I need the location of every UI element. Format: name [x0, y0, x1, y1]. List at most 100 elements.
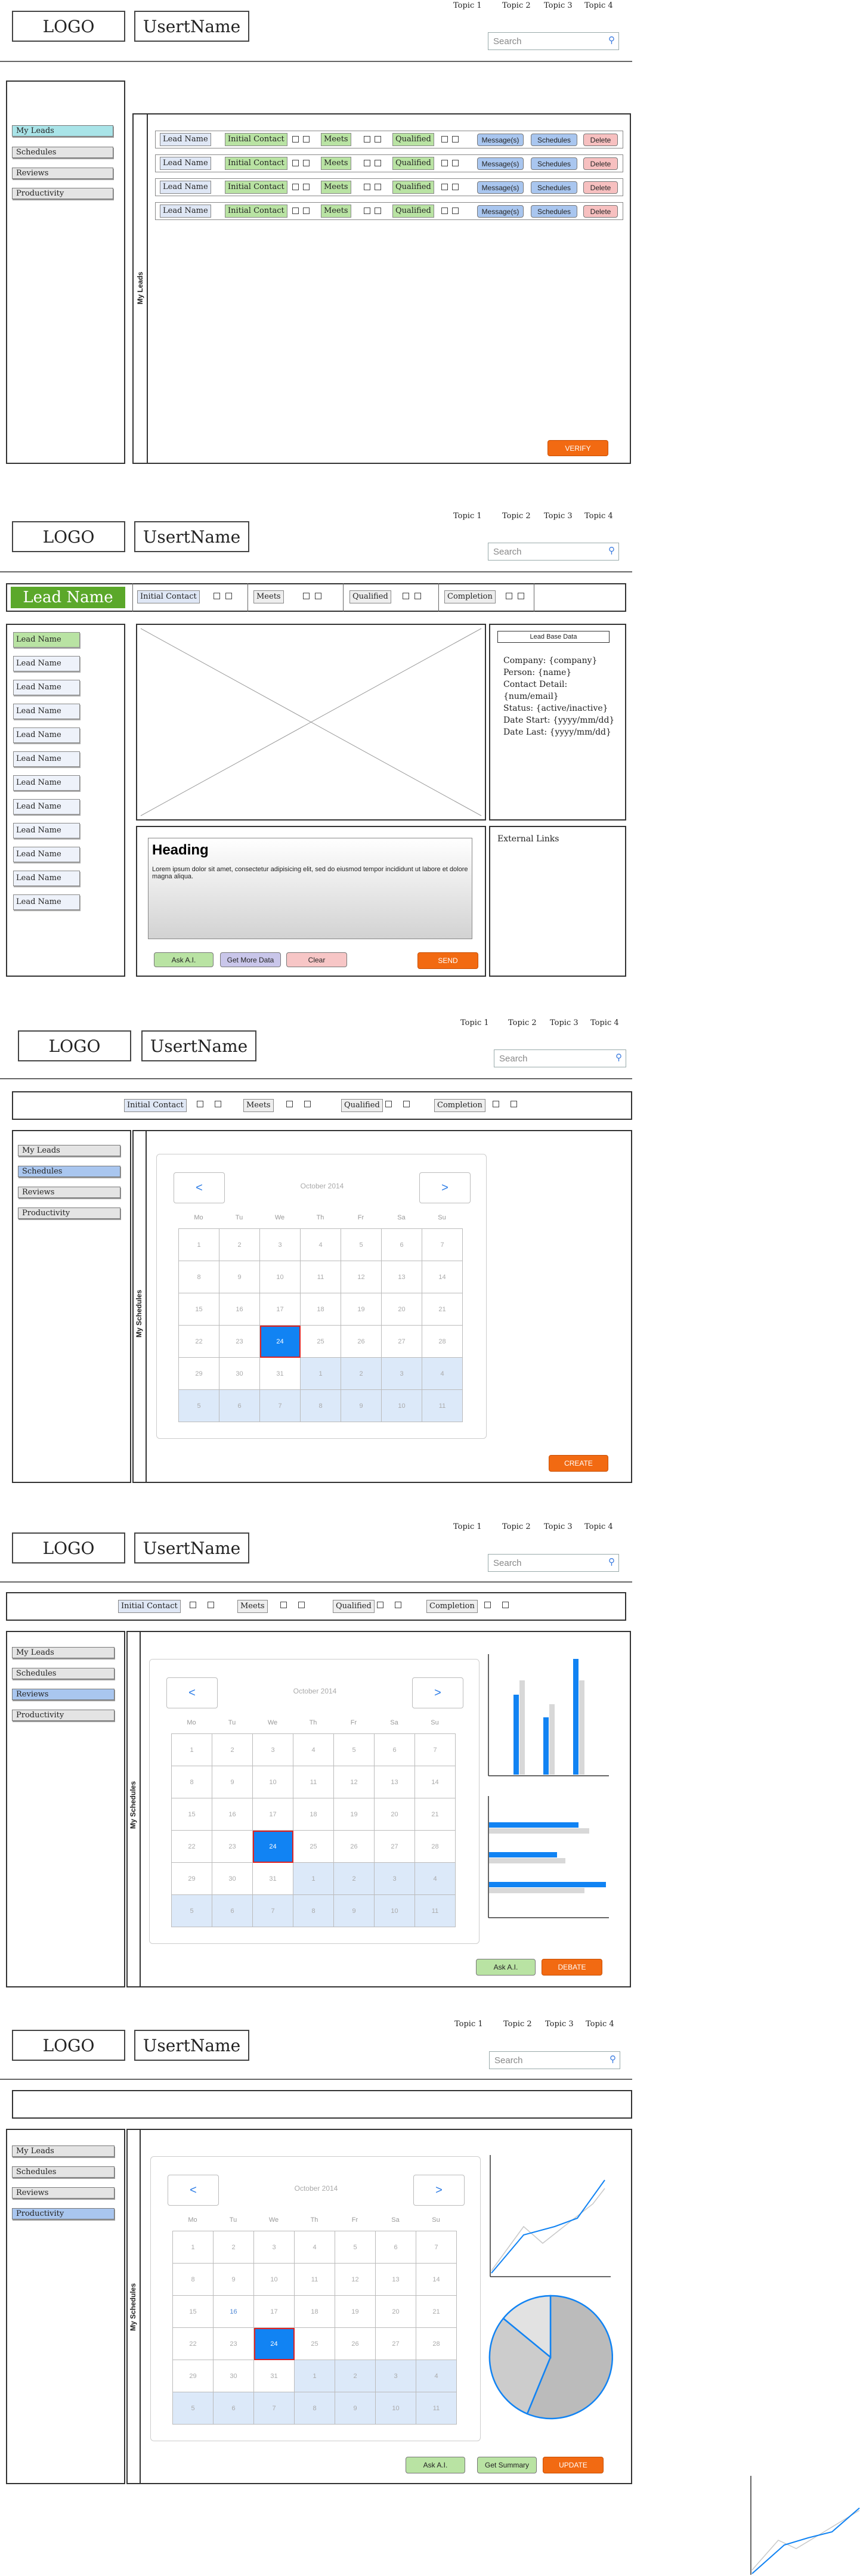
calendar-day[interactable]: 9	[335, 2392, 376, 2425]
clear-button[interactable]: Clear	[286, 952, 347, 967]
calendar-day[interactable]: 7	[253, 1895, 293, 1927]
status-checkbox[interactable]	[286, 1101, 293, 1107]
calendar-day[interactable]: 5	[179, 1390, 219, 1422]
search-input[interactable]: Search ⚲	[488, 32, 619, 50]
search-input[interactable]: Search ⚲	[489, 2051, 620, 2069]
status-meets[interactable]: Meets	[321, 133, 351, 146]
sidebar-item-reviews[interactable]: Reviews	[12, 1689, 115, 1700]
calendar-day[interactable]: 21	[416, 2296, 457, 2328]
calendar-day[interactable]: 4	[415, 1863, 456, 1895]
status-checkbox[interactable]	[303, 160, 310, 166]
status-checkbox[interactable]	[292, 136, 299, 143]
calendar-day[interactable]: 8	[179, 1261, 219, 1293]
calendar-day[interactable]: 12	[335, 2264, 376, 2296]
status-checkbox[interactable]	[364, 208, 370, 214]
calendar-day[interactable]: 13	[382, 1261, 422, 1293]
calendar-day[interactable]: 5	[172, 1895, 212, 1927]
sidebar-item-reviews[interactable]: Reviews	[12, 2187, 115, 2199]
calendar-day[interactable]: 8	[172, 1766, 212, 1798]
username[interactable]: UsertName	[134, 1532, 249, 1563]
calendar-day[interactable]: 10	[253, 1766, 293, 1798]
calendar-day[interactable]: 24	[253, 1831, 293, 1863]
status-checkbox[interactable]	[441, 136, 448, 143]
calendar-day[interactable]: 30	[214, 2360, 254, 2392]
calendar-day[interactable]: 29	[179, 1358, 219, 1390]
sidebar-item-schedules[interactable]: Schedules	[12, 1668, 115, 1679]
calendar-day[interactable]: 21	[415, 1798, 456, 1831]
status-qualified[interactable]: Qualified	[392, 205, 434, 218]
calendar-day[interactable]: 9	[214, 2264, 254, 2296]
status-checkbox[interactable]	[395, 1602, 401, 1608]
status-checkbox[interactable]	[292, 208, 299, 214]
calendar-day[interactable]: 15	[172, 1798, 212, 1831]
schedules-button[interactable]: Schedules	[531, 181, 577, 194]
sidebar-item-reviews[interactable]: Reviews	[12, 168, 113, 179]
topic-link[interactable]: Topic 2	[502, 512, 531, 521]
calendar-day[interactable]: 12	[341, 1261, 382, 1293]
status-checkbox[interactable]	[292, 184, 299, 190]
search-input[interactable]: Search ⚲	[494, 1049, 626, 1067]
status-checkbox[interactable]	[375, 208, 381, 214]
topic-link[interactable]: Topic 4	[584, 1522, 613, 1531]
topic-link[interactable]: Topic 1	[454, 2020, 483, 2029]
external-links-label[interactable]: External Links	[497, 833, 559, 845]
status-checkbox[interactable]	[315, 593, 321, 599]
status-checkbox[interactable]	[214, 593, 220, 599]
delete-button[interactable]: Delete	[583, 134, 618, 146]
status-initial-contact[interactable]: Initial Contact	[118, 1600, 181, 1613]
topic-link[interactable]: Topic 1	[453, 1522, 482, 1531]
status-initial-contact[interactable]: Initial Contact	[124, 1099, 187, 1112]
calendar-prev-button[interactable]: <	[166, 1677, 218, 1708]
status-checkbox[interactable]	[506, 593, 512, 599]
calendar-day[interactable]: 25	[295, 2328, 335, 2360]
status-checkbox[interactable]	[303, 136, 310, 143]
status-checkbox[interactable]	[452, 208, 459, 214]
status-meets[interactable]: Meets	[321, 205, 351, 218]
status-checkbox[interactable]	[364, 136, 370, 143]
calendar-day[interactable]: 1	[172, 1734, 212, 1766]
status-checkbox[interactable]	[208, 1602, 214, 1608]
calendar-day[interactable]: 11	[416, 2392, 457, 2425]
calendar-day[interactable]: 6	[382, 1229, 422, 1261]
calendar-day[interactable]: 2	[335, 2360, 376, 2392]
sidebar-item-productivity[interactable]: Productivity	[12, 188, 113, 199]
username[interactable]: UsertName	[134, 2030, 249, 2061]
delete-button[interactable]: Delete	[583, 205, 618, 218]
calendar-day[interactable]: 8	[301, 1390, 341, 1422]
calendar-day[interactable]: 25	[293, 1831, 334, 1863]
topic-link[interactable]: Topic 3	[550, 1018, 579, 1027]
calendar-day[interactable]: 16	[212, 1798, 253, 1831]
status-meets[interactable]: Meets	[243, 1099, 274, 1112]
status-checkbox[interactable]	[375, 160, 381, 166]
search-input[interactable]: Search ⚲	[488, 1554, 619, 1572]
lead-list-item[interactable]: Lead Name	[13, 871, 80, 886]
calendar-day[interactable]: 2	[219, 1229, 260, 1261]
schedules-button[interactable]: Schedules	[531, 134, 577, 146]
calendar-day[interactable]: 17	[260, 1293, 301, 1326]
calendar-day[interactable]: 27	[376, 2328, 416, 2360]
calendar-day[interactable]: 4	[295, 2231, 335, 2264]
calendar-day[interactable]: 3	[254, 2231, 295, 2264]
ask-ai-button[interactable]: Ask A.I.	[476, 1959, 536, 1976]
status-checkbox[interactable]	[375, 184, 381, 190]
calendar-day[interactable]: 29	[173, 2360, 214, 2392]
calendar-day[interactable]: 3	[260, 1229, 301, 1261]
status-checkbox[interactable]	[493, 1101, 499, 1107]
lead-list-item[interactable]: Lead Name	[13, 799, 80, 815]
status-initial-contact[interactable]: Initial Contact	[225, 133, 287, 146]
calendar-day[interactable]: 14	[415, 1766, 456, 1798]
calendar-day[interactable]: 16	[219, 1293, 260, 1326]
calendar-day[interactable]: 10	[382, 1390, 422, 1422]
calendar-day[interactable]: 26	[334, 1831, 375, 1863]
calendar-day[interactable]: 4	[301, 1229, 341, 1261]
calendar-next-button[interactable]: >	[419, 1172, 471, 1203]
delete-button[interactable]: Delete	[583, 181, 618, 194]
sidebar-item-schedules[interactable]: Schedules	[18, 1166, 120, 1177]
calendar-day[interactable]: 25	[301, 1326, 341, 1358]
search-icon[interactable]: ⚲	[608, 35, 615, 45]
sidebar-item-my-leads[interactable]: My Leads	[12, 125, 113, 137]
calendar-day[interactable]: 4	[416, 2360, 457, 2392]
update-button[interactable]: UPDATE	[543, 2457, 604, 2473]
calendar-day[interactable]: 10	[254, 2264, 295, 2296]
ask-ai-button[interactable]: Ask A.I.	[406, 2457, 465, 2473]
